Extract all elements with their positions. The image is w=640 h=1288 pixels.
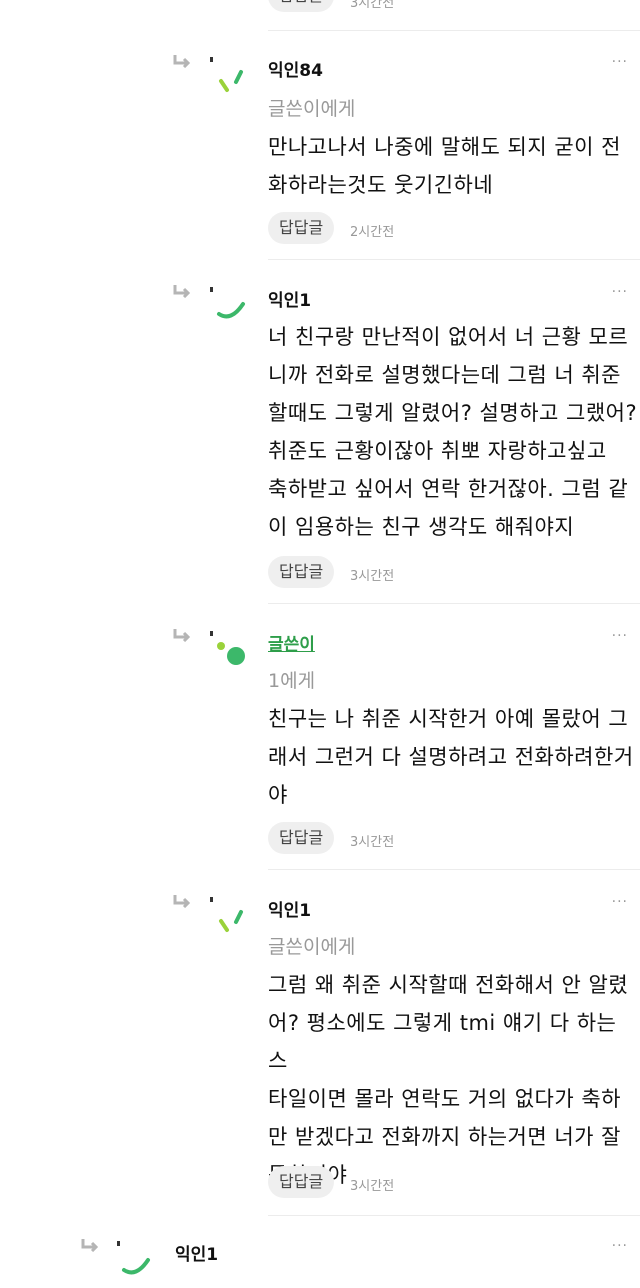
nickname[interactable]: 익인1 <box>268 896 311 921</box>
nickname-author[interactable]: 글쓴이 <box>268 630 315 655</box>
comment-line: 취준도 근황이잖아 취뽀 자랑하고싶고 <box>268 439 607 463</box>
reply-arrow-icon <box>173 895 190 908</box>
comment-line: 그럼 왜 취준 시작할때 전화해서 안 알렸 <box>268 973 629 997</box>
reply-button[interactable]: 답답글 <box>268 0 335 12</box>
comment-line: 너 친구랑 만난적이 없어서 너 근황 모르 <box>268 325 629 349</box>
comment-line: 어? 평소에도 그렇게 tmi 얘기 다 하는 스 <box>268 1011 617 1073</box>
reply-button[interactable]: 답답글 <box>268 556 335 588</box>
reply-comment: 익인1 ··· 글쓴이에게 그럼 왜 취준 시작할때 전화해서 안 알렸 어? … <box>0 870 640 1216</box>
reply-button[interactable]: 답답글 <box>268 212 335 244</box>
reply-arrow-icon <box>173 285 190 298</box>
comment-body: 친구는 나 취준 시작한거 아예 몰랐어 그 래서 그런거 다 설명하려고 전화… <box>268 700 634 814</box>
reply-target: 글쓴이에게 <box>268 936 356 958</box>
nickname[interactable]: 익인1 <box>268 286 311 311</box>
reply-target: 1에게 <box>268 670 316 692</box>
comment-line: 만나고나서 나중에 말해도 되지 굳이 전 <box>268 135 621 159</box>
nickname[interactable]: 익인1 <box>175 1240 218 1265</box>
reply-comment: 글쓴이 ··· 1에게 친구는 나 취준 시작한거 아예 몰랐어 그 래서 그런… <box>0 604 640 870</box>
comment-time: 3시간전 <box>350 1179 395 1194</box>
comment-line: 타일이면 몰라 연락도 거의 없다가 축하 <box>268 1087 621 1111</box>
comment-body: 너 친구랑 만난적이 없어서 너 근황 모르 니까 전화로 설명했다는데 그럼 … <box>268 318 637 546</box>
comment-line: 래서 그런거 다 설명하려고 전화하려한거 <box>268 745 634 769</box>
more-options-icon[interactable]: ··· <box>612 284 628 300</box>
comment-line: 니까 전화로 설명했다는데 그럼 너 취준 <box>268 363 621 387</box>
comment-time: 3시간전 <box>350 835 395 850</box>
comment-body: 그럼 왜 취준 시작할때 전화해서 안 알렸 어? 평소에도 그렇게 tmi 얘… <box>268 966 640 1194</box>
more-options-icon[interactable]: ··· <box>612 894 628 910</box>
comment-line: 이 임용하는 친구 생각도 해줘야지 <box>268 515 575 539</box>
comment-time: 2시간전 <box>350 225 395 240</box>
reply-target: 글쓴이에게 <box>268 98 356 120</box>
comment-time: 3시간전 <box>350 569 395 584</box>
avatar-icon <box>210 57 243 92</box>
nickname[interactable]: 익인84 <box>268 56 323 81</box>
avatar-icon <box>210 897 243 932</box>
more-options-icon[interactable]: ··· <box>612 628 628 644</box>
comment-body: 만나고나서 나중에 말해도 되지 굳이 전 화하라는것도 웃기긴하네 <box>268 128 621 204</box>
author-avatar-icon <box>210 631 245 665</box>
reply-button[interactable]: 답답글 <box>268 1166 335 1198</box>
more-options-icon[interactable]: ··· <box>612 54 628 70</box>
avatar-icon <box>210 287 245 319</box>
more-options-icon[interactable]: ··· <box>612 1238 628 1254</box>
comment-line: 화하라는것도 웃기긴하네 <box>268 173 494 197</box>
comment: 익인1 ··· <box>0 1216 640 1280</box>
reply-comment: 익인84 ··· 글쓴이에게 만나고나서 나중에 말해도 되지 굳이 전 화하라… <box>0 30 640 260</box>
comment-line: 만 받겠다고 전화까지 하는거면 너가 잘 <box>268 1125 621 1149</box>
avatar-icon <box>117 1241 150 1275</box>
reply-arrow-icon <box>173 629 190 642</box>
reply-arrow-icon <box>173 55 190 68</box>
comment-line: 야 <box>268 783 288 807</box>
reply-comment: 익인1 ··· 너 친구랑 만난적이 없어서 너 근황 모르 니까 전화로 설명… <box>0 260 640 604</box>
reply-arrow-icon <box>81 1239 98 1252</box>
comment-line: 축하받고 싶어서 연락 한거잖아. 그럼 같 <box>268 477 629 501</box>
comment-line: 친구는 나 취준 시작한거 아예 몰랐어 그 <box>268 707 629 731</box>
comment-line: 할때도 그렇게 알렸어? 설명하고 그랬어? <box>268 401 638 425</box>
comment-time: 3시간전 <box>350 0 395 11</box>
reply-button[interactable]: 답답글 <box>268 822 335 854</box>
